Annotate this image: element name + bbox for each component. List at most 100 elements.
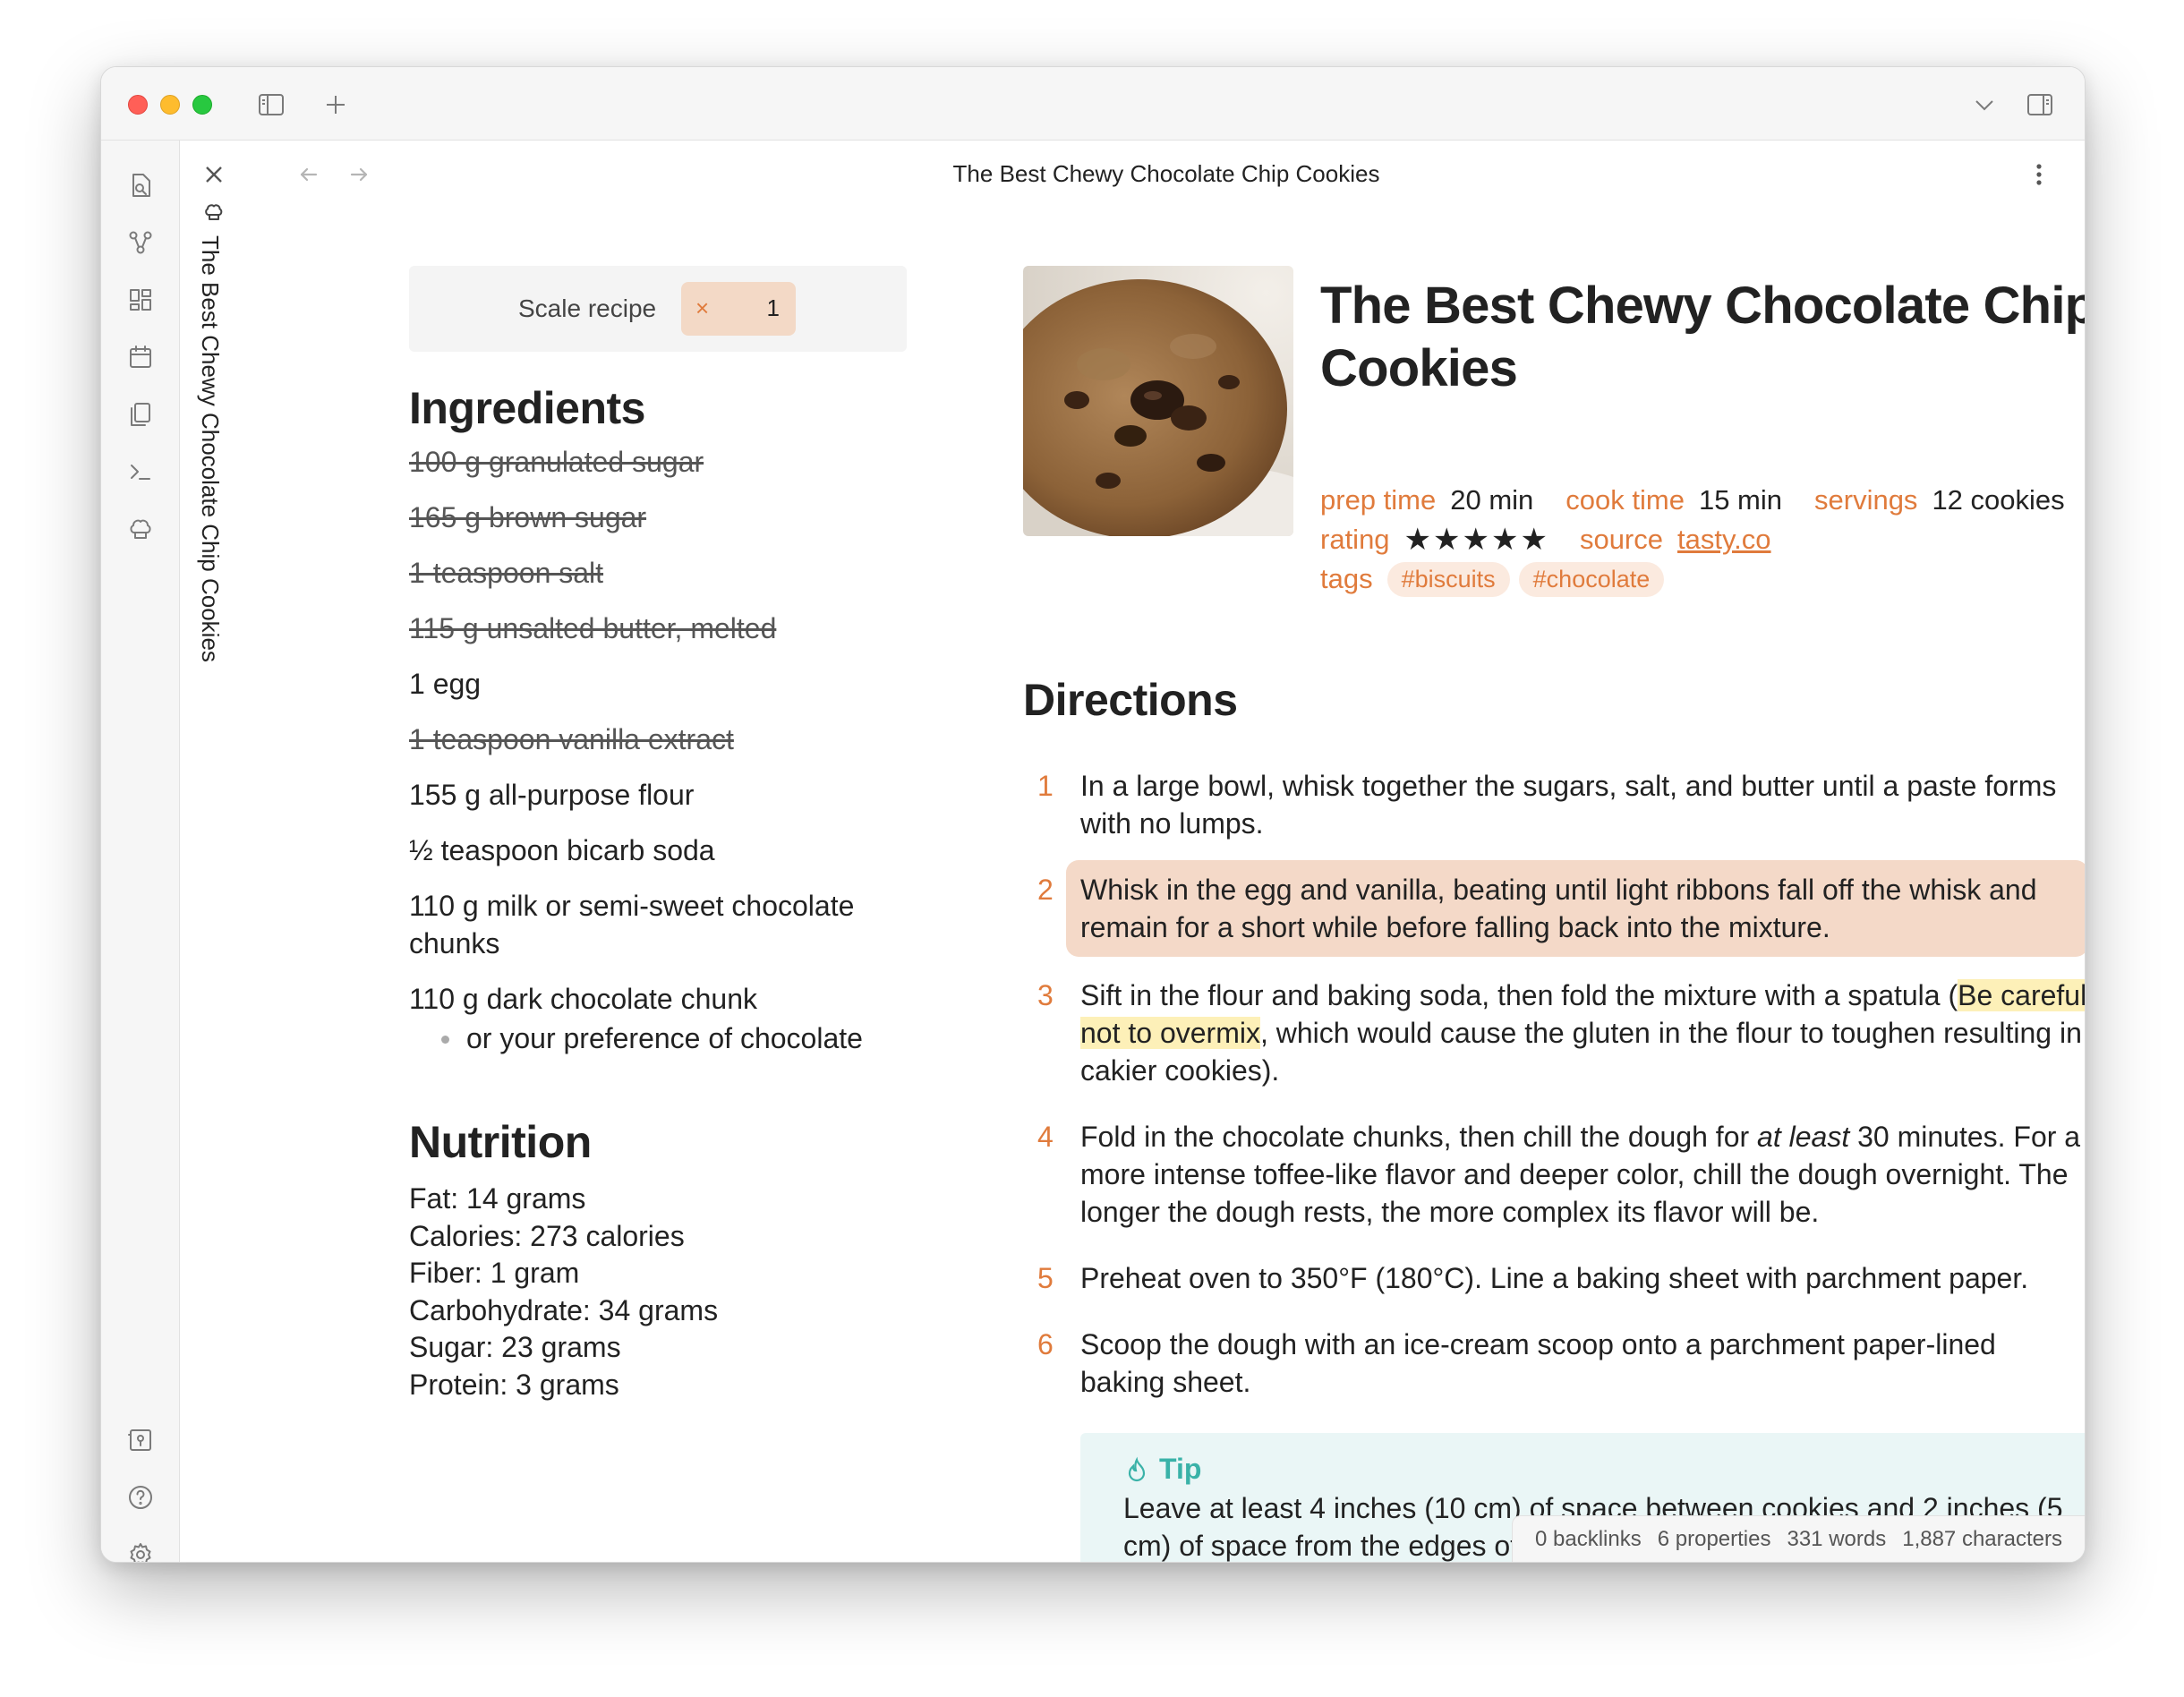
step-text: In a large bowl, whisk together the suga… xyxy=(1080,770,2057,840)
ingredient-item[interactable]: 1 teaspoon vanilla extract xyxy=(409,721,910,758)
scale-recipe-widget: Scale recipe × 1 xyxy=(409,266,907,352)
tag-pill[interactable]: #chocolate xyxy=(1518,561,1665,597)
direction-step-active[interactable]: 2 Whisk in the egg and vanilla, beating … xyxy=(1023,860,2085,957)
recipe-hat-icon[interactable] xyxy=(121,509,160,549)
nutrition-item: Fiber: 1 gram xyxy=(409,1257,580,1289)
right-sidebar-icon[interactable] xyxy=(2022,87,2058,123)
scale-input[interactable]: × 1 xyxy=(681,282,796,336)
nutrition-item: Protein: 3 grams xyxy=(409,1368,619,1401)
ingredient-item-with-note[interactable]: 110 g dark chocolate chunk or your prefe… xyxy=(409,980,910,1057)
vertical-tab-strip: The Best Chewy Chocolate Chip Cookies xyxy=(180,141,248,1562)
step-text: Fold in the chocolate chunks, then chill… xyxy=(1080,1121,2081,1228)
step-number: 1 xyxy=(1037,770,1054,802)
direction-step[interactable]: 6 Scoop the dough with an ice-cream scoo… xyxy=(1023,1326,2085,1401)
zoom-window-button[interactable] xyxy=(192,95,212,115)
prep-time-key[interactable]: prep time xyxy=(1320,484,1436,516)
ingredient-item[interactable]: 110 g milk or semi-sweet chocolate chunk… xyxy=(409,887,910,962)
graph-view-icon[interactable] xyxy=(121,223,160,262)
directions-list: 1 In a large bowl, whisk together the su… xyxy=(1023,767,2086,1429)
nutrition-item: Fat: 14 grams xyxy=(409,1182,586,1215)
open-quick-switcher-icon[interactable] xyxy=(121,166,160,205)
backlinks-count[interactable]: 0 backlinks xyxy=(1535,1527,1642,1552)
new-tab-icon[interactable] xyxy=(318,87,354,123)
note-title[interactable]: The Best Chewy Chocolate Chip Cookies xyxy=(248,160,2085,188)
source-key[interactable]: source xyxy=(1580,524,1663,556)
note-pane: The Best Chewy Chocolate Chip Cookies Sc… xyxy=(248,141,2085,1562)
scale-value[interactable]: 1 xyxy=(767,294,780,322)
prep-time-value[interactable]: 20 min xyxy=(1450,484,1533,516)
recipe-photo xyxy=(1023,266,1293,536)
step-text: Scoop the dough with an ice-cream scoop … xyxy=(1080,1328,1996,1398)
word-count[interactable]: 331 words xyxy=(1787,1527,1886,1552)
nutrition-heading: Nutrition xyxy=(409,1117,592,1167)
tab-label[interactable]: The Best Chewy Chocolate Chip Cookies xyxy=(196,235,224,662)
ingredients-heading: Ingredients xyxy=(409,383,645,433)
scale-recipe-label: Scale recipe xyxy=(518,294,657,322)
sidebar-toggle-icon[interactable] xyxy=(253,87,289,123)
direction-step[interactable]: 3 Sift in the flour and baking soda, the… xyxy=(1023,976,2086,1089)
nutrition-item: Carbohydrate: 34 grams xyxy=(409,1293,719,1326)
daily-note-icon[interactable] xyxy=(121,337,160,377)
tip-title: Tip xyxy=(1159,1453,1202,1485)
ingredient-item[interactable]: 155 g all-purpose flour xyxy=(409,776,910,814)
directions-heading: Directions xyxy=(1023,675,1238,725)
ingredient-item[interactable]: 1 egg xyxy=(409,665,910,703)
title-bar xyxy=(101,67,2085,141)
ingredient-item[interactable]: 115 g unsalted butter, melted xyxy=(409,610,910,647)
direction-step[interactable]: 5 Preheat oven to 350°F (180°C). Line a … xyxy=(1023,1259,2085,1297)
tip-header: Tip xyxy=(1123,1453,2076,1486)
property-row: tags #biscuits #chocolate xyxy=(1320,559,2085,599)
nutrition-item: Sugar: 23 grams xyxy=(409,1331,621,1363)
direction-step[interactable]: 4 Fold in the chocolate chunks, then chi… xyxy=(1023,1118,2085,1231)
cook-time-value[interactable]: 15 min xyxy=(1699,484,1782,516)
step-number: 4 xyxy=(1037,1121,1054,1153)
property-row: prep time 20 min cook time 15 min servin… xyxy=(1320,481,2085,520)
settings-icon[interactable] xyxy=(121,1535,160,1562)
flame-icon xyxy=(1128,1456,1146,1481)
ingredient-sub-note: or your preference of chocolate xyxy=(409,1019,910,1057)
rating-stars[interactable]: ★★★★★ xyxy=(1404,522,1549,558)
more-options-icon[interactable] xyxy=(2026,157,2052,192)
step-number: 2 xyxy=(1037,874,1054,906)
vault-icon[interactable] xyxy=(121,1420,160,1460)
recipe-title: The Best Chewy Chocolate Chip Cookies xyxy=(1320,277,2086,397)
canvas-icon[interactable] xyxy=(121,280,160,320)
tag-pill[interactable]: #biscuits xyxy=(1386,561,1510,597)
ingredient-item[interactable]: 100 g granulated sugar xyxy=(409,443,910,481)
chevron-down-icon[interactable] xyxy=(1966,87,2002,123)
source-link[interactable]: tasty.co xyxy=(1677,524,1771,556)
ingredients-list: 100 g granulated sugar 165 g brown sugar… xyxy=(409,443,910,1057)
templates-icon[interactable] xyxy=(121,395,160,434)
status-bar: 0 backlinks 6 properties 331 words 1,887… xyxy=(1512,1515,2085,1562)
minimize-window-button[interactable] xyxy=(160,95,180,115)
emphasis-text: at least xyxy=(1757,1121,1850,1153)
close-tab-icon[interactable] xyxy=(198,158,230,191)
direction-step[interactable]: 1 In a large bowl, whisk together the su… xyxy=(1023,767,2085,842)
step-text: Sift in the flour and baking soda, then … xyxy=(1080,979,2086,1087)
character-count: 1,887 characters xyxy=(1902,1526,2062,1551)
close-window-button[interactable] xyxy=(128,95,148,115)
ingredient-item[interactable]: ½ teaspoon bicarb soda xyxy=(409,831,910,869)
servings-key[interactable]: servings xyxy=(1814,484,1917,516)
recipe-hat-icon xyxy=(200,198,228,226)
multiply-icon: × xyxy=(695,294,710,321)
step-number: 3 xyxy=(1037,979,1054,1011)
recipe-properties: prep time 20 min cook time 15 min servin… xyxy=(1320,481,2085,599)
nutrition-list: Fat: 14 grams Calories: 273 calories Fib… xyxy=(409,1181,718,1403)
step-text: Preheat oven to 350°F (180°C). Line a ba… xyxy=(1080,1262,2029,1294)
ingredient-item[interactable]: 1 teaspoon salt xyxy=(409,554,910,592)
left-ribbon xyxy=(101,141,180,1562)
servings-value[interactable]: 12 cookies xyxy=(1932,484,2064,516)
command-palette-icon[interactable] xyxy=(121,452,160,491)
ingredient-item[interactable]: 165 g brown sugar xyxy=(409,499,910,536)
app-window: The Best Chewy Chocolate Chip Cookies Th… xyxy=(100,66,2086,1563)
properties-count: 6 properties xyxy=(1657,1526,1771,1551)
rating-key[interactable]: rating xyxy=(1320,524,1390,556)
nutrition-item: Calories: 273 calories xyxy=(409,1219,685,1252)
ingredient-text: 110 g dark chocolate chunk xyxy=(409,983,757,1015)
property-row: rating ★★★★★ source tasty.co xyxy=(1320,520,2085,559)
help-icon[interactable] xyxy=(121,1478,160,1517)
step-number: 5 xyxy=(1037,1262,1054,1294)
tags-key[interactable]: tags xyxy=(1320,563,1373,595)
cook-time-key[interactable]: cook time xyxy=(1565,484,1685,516)
